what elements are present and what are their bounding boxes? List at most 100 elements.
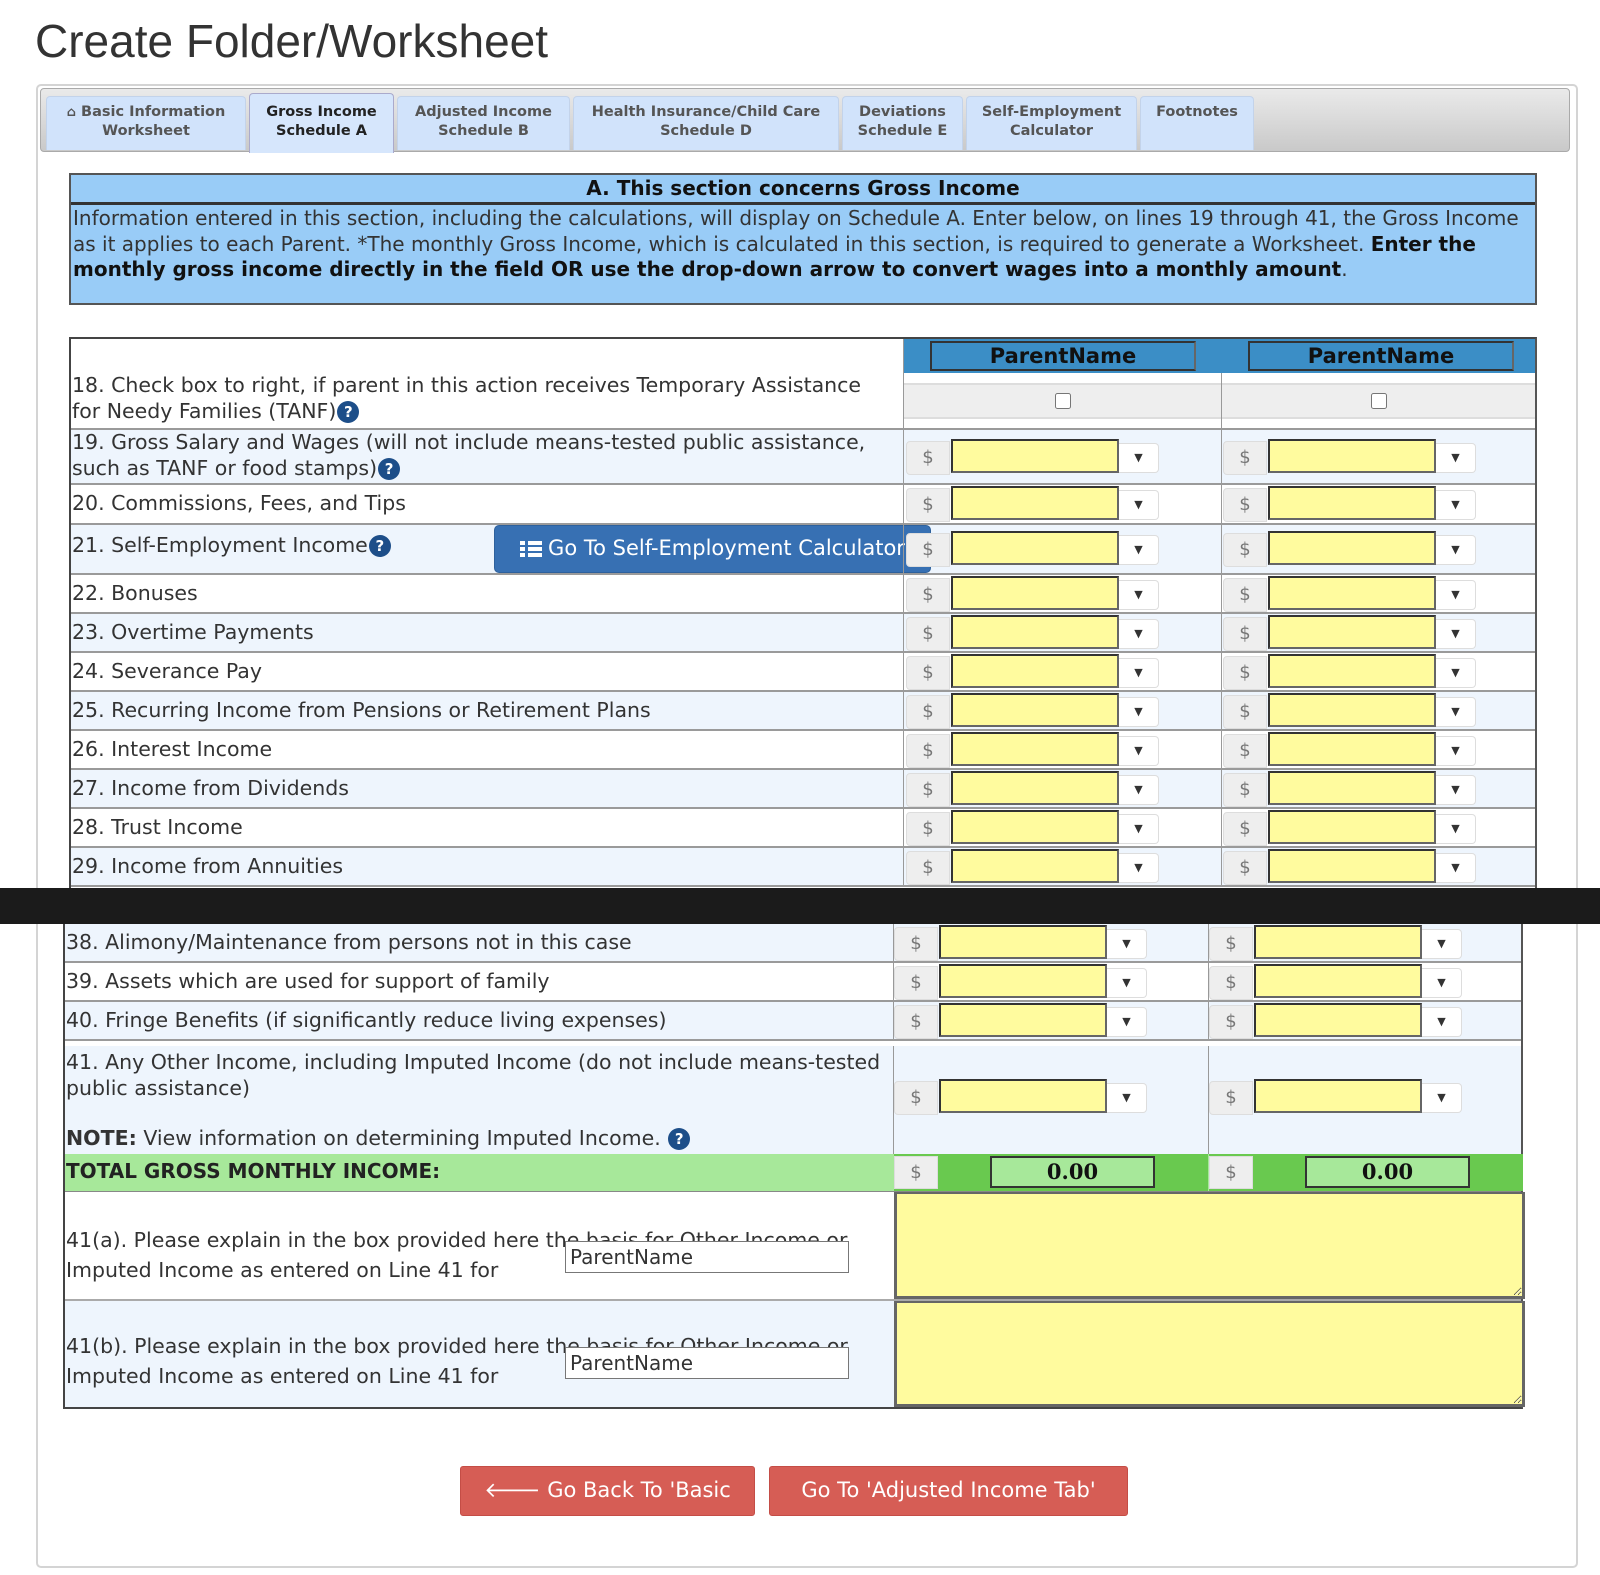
line-41b-explanation-textarea[interactable] bbox=[894, 1301, 1525, 1407]
parent-2-line-25-input[interactable] bbox=[1268, 693, 1436, 727]
parent-1-line-25-input[interactable] bbox=[951, 693, 1119, 727]
parent-1-line-40-input[interactable] bbox=[939, 1003, 1107, 1037]
frequency-dropdown-icon[interactable]: ▼ bbox=[1436, 736, 1476, 766]
parent-1-line-21-input[interactable] bbox=[951, 531, 1119, 565]
tab-self-employment[interactable]: Self-Employment Calculator bbox=[966, 96, 1137, 150]
frequency-dropdown-icon[interactable]: ▼ bbox=[1119, 736, 1159, 766]
tab-deviations[interactable]: Deviations Schedule E bbox=[842, 96, 963, 150]
line-21-label: 21. Self-Employment Income? bbox=[71, 525, 491, 573]
line-20-row: 20. Commissions, Fees, and Tips $ ▼ $ ▼ bbox=[71, 485, 1535, 525]
frequency-dropdown-icon[interactable]: ▼ bbox=[1119, 814, 1159, 844]
line-41a-explanation-textarea[interactable] bbox=[894, 1192, 1525, 1299]
self-employment-calculator-button[interactable]: Go To Self-Employment Calculator bbox=[494, 525, 931, 573]
frequency-dropdown-icon[interactable]: ▼ bbox=[1436, 697, 1476, 727]
frequency-dropdown-icon[interactable]: ▼ bbox=[1119, 490, 1159, 520]
parent-2-line-28-input[interactable] bbox=[1268, 810, 1436, 844]
tab-footnotes[interactable]: Footnotes bbox=[1140, 96, 1254, 150]
frequency-dropdown-icon[interactable]: ▼ bbox=[1107, 929, 1147, 959]
line-39-label: 39. Assets which are used for support of… bbox=[66, 969, 550, 993]
frequency-dropdown-icon[interactable]: ▼ bbox=[1119, 697, 1159, 727]
go-back-basic-tab-button[interactable]: 🡐 Go Back To 'Basic Tab' bbox=[460, 1466, 755, 1548]
frequency-dropdown-icon[interactable]: ▼ bbox=[1119, 619, 1159, 649]
parent-2-line-19-input[interactable] bbox=[1268, 439, 1436, 473]
frequency-dropdown-icon[interactable]: ▼ bbox=[1119, 853, 1159, 883]
frequency-dropdown-icon[interactable]: ▼ bbox=[1119, 775, 1159, 805]
parent-1-line-22-input[interactable] bbox=[951, 576, 1119, 610]
tab-health-insurance[interactable]: Health Insurance/Child Care Schedule D bbox=[573, 96, 839, 150]
tab-basic-information[interactable]: ⌂ Basic Information Worksheet bbox=[46, 96, 246, 150]
help-icon[interactable]: ? bbox=[378, 457, 401, 480]
parent-2-line-39-input[interactable] bbox=[1254, 964, 1422, 998]
frequency-dropdown-icon[interactable]: ▼ bbox=[1422, 968, 1462, 998]
total-label: TOTAL GROSS MONTHLY INCOME: bbox=[66, 1159, 441, 1183]
frequency-dropdown-icon[interactable]: ▼ bbox=[1422, 1007, 1462, 1037]
frequency-dropdown-icon[interactable]: ▼ bbox=[1436, 658, 1476, 688]
frequency-dropdown-icon[interactable]: ▼ bbox=[1119, 535, 1159, 565]
frequency-dropdown-icon[interactable]: ▼ bbox=[1436, 853, 1476, 883]
parent-2-line-41-input[interactable] bbox=[1254, 1079, 1422, 1113]
tab-gross-income[interactable]: Gross Income Schedule A bbox=[249, 93, 394, 153]
parent-2-tanf-checkbox[interactable] bbox=[1370, 393, 1387, 409]
column-divider bbox=[903, 731, 904, 768]
parent-2-line-22-input[interactable] bbox=[1268, 576, 1436, 610]
line-41-label: 41. Any Other Income, including Imputed … bbox=[65, 1046, 895, 1154]
line-38-row: 38. Alimony/Maintenance from persons not… bbox=[65, 924, 1521, 963]
go-to-adjusted-income-tab-button[interactable]: Go To 'Adjusted Income Tab' 🡒 bbox=[769, 1466, 1128, 1548]
parent-1-line-23-input[interactable] bbox=[951, 615, 1119, 649]
help-icon[interactable]: ? bbox=[368, 535, 391, 557]
parent-2-line-29-input[interactable] bbox=[1268, 849, 1436, 883]
parent-2-line-26-input[interactable] bbox=[1268, 732, 1436, 766]
frequency-dropdown-icon[interactable]: ▼ bbox=[1119, 443, 1159, 473]
parent-2-line-23-input[interactable] bbox=[1268, 615, 1436, 649]
parent-2-line-38-input[interactable] bbox=[1254, 925, 1422, 959]
parent-2-line-21-input[interactable] bbox=[1268, 531, 1436, 565]
column-divider bbox=[903, 653, 904, 690]
frequency-dropdown-icon[interactable]: ▼ bbox=[1119, 580, 1159, 610]
frequency-dropdown-icon[interactable]: ▼ bbox=[1107, 968, 1147, 998]
column-divider bbox=[903, 692, 904, 729]
parent-2-line-40-input[interactable] bbox=[1254, 1003, 1422, 1037]
frequency-dropdown-icon[interactable]: ▼ bbox=[1119, 658, 1159, 688]
parent-1-line-39-input[interactable] bbox=[939, 964, 1107, 998]
help-icon[interactable]: ? bbox=[337, 400, 360, 423]
line-41b-parent-name-input[interactable] bbox=[565, 1347, 849, 1379]
frequency-dropdown-icon[interactable]: ▼ bbox=[1422, 929, 1462, 959]
line-40-row: 40. Fringe Benefits (if significantly re… bbox=[65, 1002, 1521, 1041]
frequency-dropdown-icon[interactable]: ▼ bbox=[1107, 1007, 1147, 1037]
parent-1-line-29-input[interactable] bbox=[951, 849, 1119, 883]
frequency-dropdown-icon[interactable]: ▼ bbox=[1436, 775, 1476, 805]
parent-1-line-26-input[interactable] bbox=[951, 732, 1119, 766]
frequency-dropdown-icon[interactable]: ▼ bbox=[1107, 1083, 1147, 1113]
frequency-dropdown-icon[interactable]: ▼ bbox=[1436, 535, 1476, 565]
parent-1-line-20-input[interactable] bbox=[951, 486, 1119, 520]
line-41a-parent-name-input[interactable] bbox=[565, 1241, 849, 1273]
list-icon bbox=[520, 539, 543, 559]
parent-1-line-27-input[interactable] bbox=[951, 771, 1119, 805]
help-icon[interactable]: ? bbox=[668, 1128, 691, 1150]
column-divider bbox=[1221, 770, 1222, 807]
parent-1-total-cell: $ 0.00 bbox=[894, 1154, 1208, 1191]
parent-2-line-20-input[interactable] bbox=[1268, 486, 1436, 520]
dollar-addon: $ bbox=[906, 441, 950, 475]
frequency-dropdown-icon[interactable]: ▼ bbox=[1436, 580, 1476, 610]
parent-1-line-41-input[interactable] bbox=[939, 1079, 1107, 1113]
parent-2-line-24-input[interactable] bbox=[1268, 654, 1436, 688]
dollar-addon: $ bbox=[894, 966, 938, 1000]
parent-1-line-19-input[interactable] bbox=[951, 439, 1119, 473]
frequency-dropdown-icon[interactable]: ▼ bbox=[1436, 619, 1476, 649]
column-divider bbox=[1208, 924, 1209, 961]
frequency-dropdown-icon[interactable]: ▼ bbox=[1422, 1083, 1462, 1113]
frequency-dropdown-icon[interactable]: ▼ bbox=[1436, 814, 1476, 844]
line-26-label: 26. Interest Income bbox=[72, 737, 273, 761]
tab-adjusted-income[interactable]: Adjusted Income Schedule B bbox=[397, 96, 570, 150]
parent-1-line-24-input[interactable] bbox=[951, 654, 1119, 688]
parent-1-line-38-input[interactable] bbox=[939, 925, 1107, 959]
parent-1-header: ParentName bbox=[930, 341, 1196, 371]
frequency-dropdown-icon[interactable]: ▼ bbox=[1436, 490, 1476, 520]
parent-1-line-28-input[interactable] bbox=[951, 810, 1119, 844]
frequency-dropdown-icon[interactable]: ▼ bbox=[1436, 443, 1476, 473]
parent-2-line-27-input[interactable] bbox=[1268, 771, 1436, 805]
parent-1-tanf-checkbox[interactable] bbox=[1054, 393, 1071, 409]
column-divider bbox=[903, 848, 904, 885]
parent-2-total-cell: $ 0.00 bbox=[1209, 1154, 1523, 1191]
